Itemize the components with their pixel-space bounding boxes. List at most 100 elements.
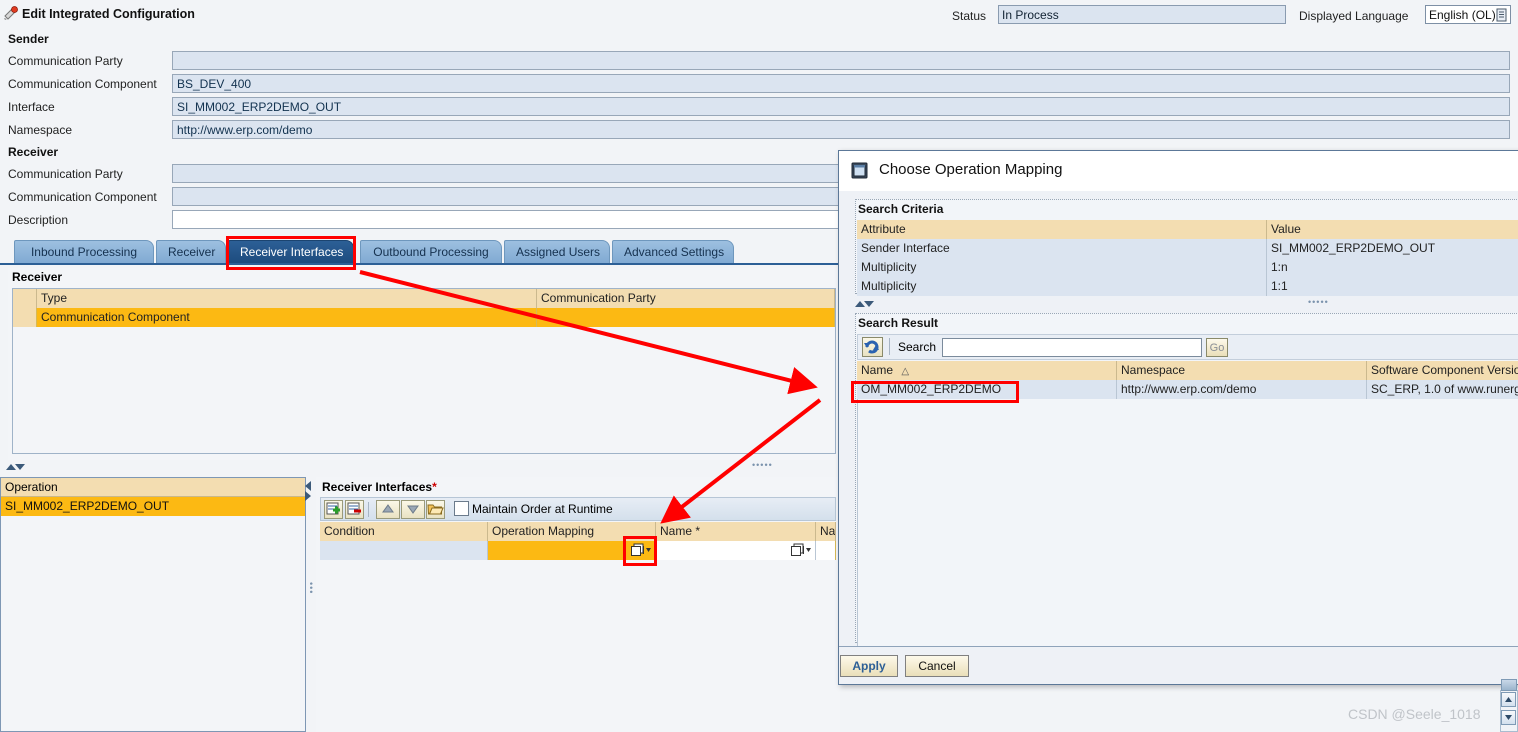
tab-receiver[interactable]: Receiver: [156, 240, 226, 264]
sr-cell-scv: SC_ERP, 1.0 of www.runergy: [1367, 380, 1518, 399]
sort-ascending-icon: △: [901, 366, 910, 377]
ri-col-na[interactable]: Na: [816, 522, 836, 541]
splitter-arrows-icon[interactable]: [853, 299, 875, 310]
choose-operation-mapping-dialog: Choose Operation Mapping Search Criteria…: [838, 150, 1518, 685]
refresh-icon[interactable]: [862, 337, 883, 357]
search-result-toolbar: Search Go: [857, 334, 1518, 360]
receiver-row-select-cell[interactable]: [13, 308, 37, 327]
toolbar-separator: [889, 338, 890, 355]
sender-interface-label: Interface: [8, 100, 55, 114]
tab-inbound-processing[interactable]: Inbound Processing: [14, 240, 154, 264]
sc-col-value[interactable]: Value: [1267, 220, 1518, 239]
toolbar-separator: [368, 502, 369, 517]
dialog-splitter[interactable]: •••••: [853, 297, 1513, 311]
ri-col-operation-mapping[interactable]: Operation Mapping: [488, 522, 656, 541]
ri-cell-condition[interactable]: [320, 541, 488, 560]
scroll-down-button[interactable]: [1501, 710, 1516, 725]
value-help-icon[interactable]: [630, 543, 652, 558]
search-criteria-header: Attribute Value: [857, 220, 1518, 239]
search-input[interactable]: [942, 338, 1202, 357]
sr-cell-namespace: http://www.erp.com/demo: [1117, 380, 1367, 399]
sender-communication-component-input[interactable]: BS_DEV_400: [172, 74, 1510, 93]
sc-col-attribute[interactable]: Attribute: [857, 220, 1267, 239]
cancel-button[interactable]: Cancel: [905, 655, 969, 677]
table-row[interactable]: [320, 541, 836, 560]
vertical-splitter-grip[interactable]: •••: [306, 582, 316, 594]
sender-communication-component-label: Communication Component: [8, 77, 157, 91]
tab-advanced-settings[interactable]: Advanced Settings: [612, 240, 734, 264]
search-criteria-heading: Search Criteria: [858, 202, 944, 216]
apply-button[interactable]: Apply: [840, 655, 898, 677]
sr-col-name[interactable]: Name △: [857, 361, 1117, 380]
table-row[interactable]: Sender Interface SI_MM002_ERP2DEMO_OUT: [857, 239, 1518, 258]
sr-col-name-text: Name: [861, 363, 894, 377]
splitter-grip[interactable]: •••••: [752, 460, 773, 470]
panel-vertical-splitter[interactable]: •••: [303, 477, 316, 732]
go-button[interactable]: Go: [1206, 338, 1228, 357]
receiver-panel: Receiver Type Communication Party Commun…: [8, 268, 840, 460]
scrollbar-thumb[interactable]: [1501, 679, 1517, 691]
sr-col-namespace[interactable]: Namespace: [1117, 361, 1367, 380]
search-criteria-table: Attribute Value Sender Interface SI_MM00…: [857, 220, 1518, 296]
sender-communication-party-label: Communication Party: [8, 54, 123, 68]
sender-section-title: Sender: [8, 32, 49, 46]
receiver-panel-splitter[interactable]: •••••: [4, 460, 840, 474]
value-help-icon[interactable]: [790, 543, 812, 558]
scroll-up-button[interactable]: [1501, 692, 1516, 707]
ri-table-header: Condition Operation Mapping Name * Na: [320, 522, 836, 541]
value-help-icon[interactable]: [1496, 8, 1508, 22]
operation-panel: Operation SI_MM002_ERP2DEMO_OUT: [0, 477, 306, 732]
dialog-splitter-grip[interactable]: •••••: [1308, 297, 1329, 307]
table-row[interactable]: OM_MM002_ERP2DEMO http://www.erp.com/dem…: [857, 380, 1518, 399]
required-marker: *: [432, 480, 437, 494]
sr-col-scv[interactable]: Software Component Version: [1367, 361, 1518, 380]
receiver-interfaces-table: Condition Operation Mapping Name * Na: [320, 522, 836, 567]
list-item[interactable]: SI_MM002_ERP2DEMO_OUT: [1, 497, 305, 516]
sender-communication-party-input[interactable]: [172, 51, 1510, 70]
receiver-description-label: Description: [8, 213, 69, 227]
insert-row-icon[interactable]: [324, 500, 343, 519]
sc-value-1: 1:n: [1267, 258, 1518, 277]
ri-cell-na[interactable]: [816, 541, 836, 560]
splitter-arrows-icon[interactable]: [4, 462, 26, 473]
dialog-window-icon: [851, 162, 868, 179]
table-row[interactable]: Multiplicity 1:1: [857, 277, 1518, 296]
sender-interface-input[interactable]: SI_MM002_ERP2DEMO_OUT: [172, 97, 1510, 116]
receiver-col-select[interactable]: [13, 289, 37, 308]
receiver-row-party-cell: [537, 308, 835, 327]
maintain-order-checkbox[interactable]: [454, 501, 469, 516]
tab-receiver-interfaces[interactable]: Receiver Interfaces: [228, 240, 354, 264]
ri-col-condition[interactable]: Condition: [320, 522, 488, 541]
splitter-collapse-icon[interactable]: [303, 479, 314, 503]
search-criteria-box: Search Criteria Attribute Value Sender I…: [855, 199, 1518, 296]
receiver-col-communication-party[interactable]: Communication Party: [537, 289, 835, 308]
receiver-section-title: Receiver: [8, 145, 59, 159]
receiver-table-header: Type Communication Party: [13, 289, 835, 308]
tab-outbound-processing[interactable]: Outbound Processing: [360, 240, 502, 264]
open-folder-icon[interactable]: [426, 500, 445, 519]
table-row[interactable]: Communication Component: [13, 308, 835, 327]
displayed-language-select[interactable]: English (OL): [1425, 5, 1511, 24]
search-result-box: Search Result Search Go Name △ Namespace…: [855, 313, 1518, 647]
dialog-title: Choose Operation Mapping: [879, 161, 1063, 178]
ri-col-name[interactable]: Name *: [656, 522, 816, 541]
edit-object-icon: [4, 6, 18, 20]
sr-cell-name[interactable]: OM_MM002_ERP2DEMO: [857, 380, 1117, 399]
delete-row-icon[interactable]: [345, 500, 364, 519]
vertical-scrollbar[interactable]: [1500, 679, 1518, 732]
sc-attribute-2: Multiplicity: [857, 277, 1267, 296]
receiver-col-type[interactable]: Type: [37, 289, 537, 308]
move-up-icon[interactable]: [376, 500, 400, 519]
operation-column-header[interactable]: Operation: [1, 478, 305, 497]
receiver-communication-component-label: Communication Component: [8, 190, 157, 204]
table-row[interactable]: Multiplicity 1:n: [857, 258, 1518, 277]
status-field: In Process: [998, 5, 1286, 24]
ri-cell-name[interactable]: [656, 541, 816, 560]
ri-cell-operation-mapping[interactable]: [488, 541, 656, 560]
watermark: CSDN @Seele_1018: [1348, 706, 1481, 722]
move-down-icon[interactable]: [401, 500, 425, 519]
displayed-language-value: English (OL): [1429, 8, 1496, 22]
sender-namespace-input[interactable]: http://www.erp.com/demo: [172, 120, 1510, 139]
receiver-panel-heading: Receiver: [12, 270, 63, 284]
tab-assigned-users[interactable]: Assigned Users: [504, 240, 610, 264]
